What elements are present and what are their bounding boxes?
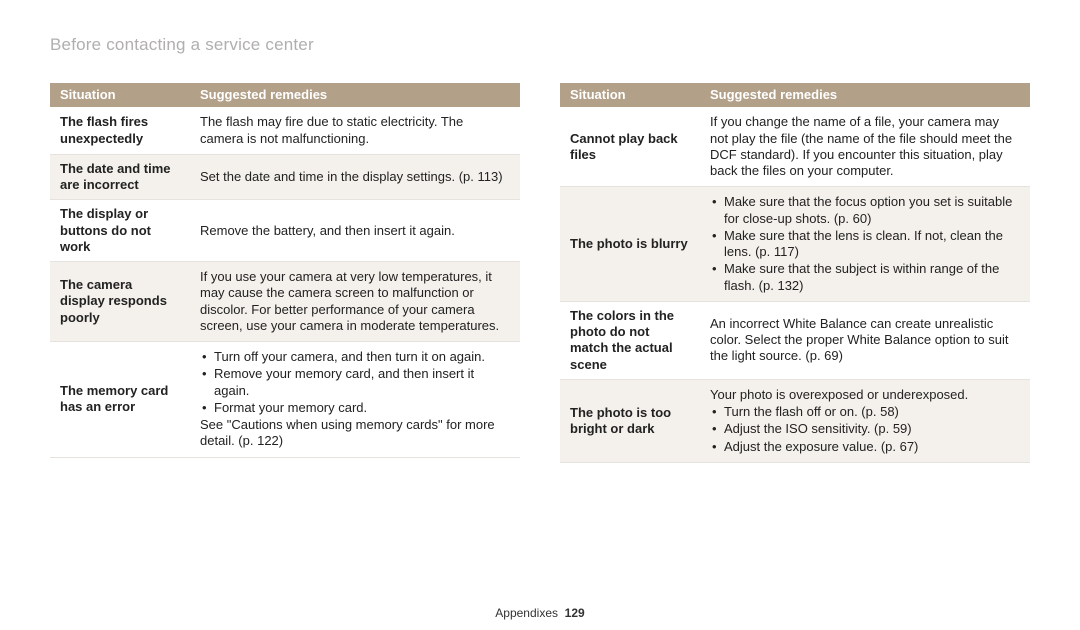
table-row: The camera display responds poorlyIf you… bbox=[50, 262, 520, 342]
remedy-bullet: Turn the flash off or on. (p. 58) bbox=[710, 404, 1020, 420]
remedy-bullet: Remove your memory card, and then insert… bbox=[200, 366, 510, 399]
header-situation: Situation bbox=[50, 83, 190, 107]
remedy-cell: Set the date and time in the display set… bbox=[190, 154, 520, 200]
page-title: Before contacting a service center bbox=[50, 35, 1030, 55]
situation-cell: The flash fires unexpectedly bbox=[50, 107, 190, 154]
table-row: The date and time are incorrect Set the d… bbox=[50, 154, 520, 200]
remedy-bullet: Format your memory card. bbox=[200, 400, 510, 416]
table-row: The photo is too bright or dark Your phot… bbox=[560, 379, 1030, 462]
table-row: The memory card has an error Turn off you… bbox=[50, 342, 520, 458]
remedy-bullet: Make sure that the focus option you set … bbox=[710, 194, 1020, 227]
right-column: Situation Suggested remedies Cannot play… bbox=[560, 83, 1030, 463]
table-row: Cannot play back filesIf you change the … bbox=[560, 107, 1030, 187]
remedy-bullet: Adjust the exposure value. (p. 67) bbox=[710, 439, 1020, 455]
remedy-cell: The flash may fire due to static electri… bbox=[190, 107, 520, 154]
table-row: The display or buttons do not work Remove… bbox=[50, 200, 520, 262]
situation-cell: The memory card has an error bbox=[50, 342, 190, 458]
header-situation: Situation bbox=[560, 83, 700, 107]
remedy-text: If you change the name of a file, your c… bbox=[710, 114, 1020, 179]
remedy-bullet: Turn off your camera, and then turn it o… bbox=[200, 349, 510, 365]
footer-page-number: 129 bbox=[565, 606, 585, 620]
situation-cell: The colors in the photo do not match the… bbox=[560, 301, 700, 379]
remedy-cell: If you change the name of a file, your c… bbox=[700, 107, 1030, 187]
remedy-bullet: Make sure that the lens is clean. If not… bbox=[710, 228, 1020, 261]
situation-cell: The display or buttons do not work bbox=[50, 200, 190, 262]
left-column: Situation Suggested remedies The flash f… bbox=[50, 83, 520, 463]
remedy-text: See "Cautions when using memory cards" f… bbox=[200, 417, 510, 450]
remedy-cell: Remove the battery, and then insert it a… bbox=[190, 200, 520, 262]
footer-section: Appendixes bbox=[495, 606, 558, 620]
situation-cell: The photo is blurry bbox=[560, 187, 700, 302]
remedy-bullet: Adjust the ISO sensitivity. (p. 59) bbox=[710, 421, 1020, 437]
remedy-bullet-list: Turn off your camera, and then turn it o… bbox=[200, 349, 510, 416]
remedy-bullet-list: Make sure that the focus option you set … bbox=[710, 194, 1020, 294]
table-row: The colors in the photo do not match the… bbox=[560, 301, 1030, 379]
situation-cell: The photo is too bright or dark bbox=[560, 379, 700, 462]
remedy-text: An incorrect White Balance can create un… bbox=[710, 316, 1020, 365]
remedy-text: If you use your camera at very low tempe… bbox=[200, 269, 510, 334]
two-column-layout: Situation Suggested remedies The flash f… bbox=[50, 83, 1030, 463]
header-remedies: Suggested remedies bbox=[190, 83, 520, 107]
remedy-cell: An incorrect White Balance can create un… bbox=[700, 301, 1030, 379]
remedy-text: The flash may fire due to static electri… bbox=[200, 114, 510, 147]
remedy-text: Your photo is overexposed or underexpose… bbox=[710, 387, 1020, 403]
situation-cell: Cannot play back files bbox=[560, 107, 700, 187]
situation-cell: The date and time are incorrect bbox=[50, 154, 190, 200]
remedy-cell: If you use your camera at very low tempe… bbox=[190, 262, 520, 342]
remedy-bullet-list: Turn the flash off or on. (p. 58)Adjust … bbox=[710, 404, 1020, 455]
remedy-cell: Make sure that the focus option you set … bbox=[700, 187, 1030, 302]
situation-cell: The camera display responds poorly bbox=[50, 262, 190, 342]
header-remedies: Suggested remedies bbox=[700, 83, 1030, 107]
table-row: The flash fires unexpectedly The flash ma… bbox=[50, 107, 520, 154]
remedy-bullet: Make sure that the subject is within ran… bbox=[710, 261, 1020, 294]
table-row: The photo is blurry Make sure that the fo… bbox=[560, 187, 1030, 302]
page-footer: Appendixes 129 bbox=[0, 606, 1080, 620]
remedy-cell: Turn off your camera, and then turn it o… bbox=[190, 342, 520, 458]
troubleshooting-table-right: Situation Suggested remedies Cannot play… bbox=[560, 83, 1030, 463]
remedy-cell: Your photo is overexposed or underexpose… bbox=[700, 379, 1030, 462]
troubleshooting-table-left: Situation Suggested remedies The flash f… bbox=[50, 83, 520, 458]
remedy-text: Set the date and time in the display set… bbox=[200, 169, 510, 185]
remedy-text: Remove the battery, and then insert it a… bbox=[200, 223, 510, 239]
